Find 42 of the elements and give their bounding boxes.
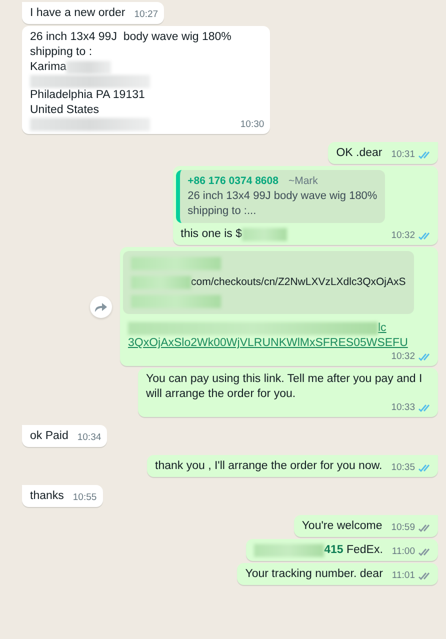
- message-text: FedEx.: [345, 543, 383, 558]
- message-text: this one is $: [180, 227, 242, 242]
- message-time: 10:31: [391, 149, 415, 161]
- message-time: 10:55: [72, 492, 97, 504]
- redacted-text: [242, 228, 288, 241]
- message-text: Karima: [30, 60, 66, 75]
- message-time: 10:34: [77, 432, 102, 444]
- link[interactable]: 3QxOjAxSlo2Wk00WjVLRUNKWlMxSFRES05WSEFU: [128, 336, 408, 351]
- forward-button[interactable]: [90, 296, 112, 318]
- message-text: thanks: [30, 489, 64, 504]
- message-time: 11:00: [392, 546, 415, 558]
- message-text: ok Paid: [30, 429, 68, 444]
- message-text: Your tracking number. dear: [245, 567, 383, 582]
- link-preview[interactable]: com/checkouts/cn/Z2NwLXVzLXdlc3QxOjAxS: [123, 251, 414, 314]
- message-time: 10:35: [391, 462, 415, 474]
- message-text: OK .dear: [336, 146, 382, 161]
- redacted-text: [131, 276, 191, 289]
- message-time: 10:33: [391, 402, 415, 414]
- link[interactable]: lc: [378, 321, 386, 336]
- quoted-message[interactable]: +86 176 0374 8608 ~Mark 26 inch 13x4 99J body wave wig 180% shipping to :...: [176, 170, 386, 223]
- quoted-text: shipping to :...: [188, 204, 258, 219]
- quoted-sender: +86 176 0374 8608: [188, 174, 278, 189]
- redacted-text: [254, 544, 324, 557]
- message-text: shipping to :: [30, 45, 92, 60]
- message-text: 26 inch 13x4 99J body wave wig 180%: [30, 30, 232, 45]
- quoted-text: 26 inch 13x4 99J body wave wig 180%: [188, 189, 378, 204]
- message-time: 10:32: [391, 230, 415, 242]
- message-text: I have a new order: [30, 6, 126, 21]
- message-text: United States: [30, 103, 100, 118]
- message-time: 10:30: [240, 119, 264, 131]
- message-text: com/checkouts/cn/Z2NwLXVzLXdlc3QxOjAxS: [191, 275, 406, 290]
- forward-icon: [94, 300, 108, 312]
- message-text: You're welcome: [302, 519, 382, 534]
- message-time: 10:59: [391, 522, 415, 534]
- message-time: 10:32: [391, 351, 415, 363]
- message-text: You can pay using this link. Tell me after you pay and I will arrange the order for you.: [146, 372, 424, 402]
- message-text: 415: [324, 543, 344, 558]
- message-time: 10:27: [134, 9, 158, 21]
- message-text: thank you , I'll arrange the order for you now.: [155, 459, 382, 474]
- quoted-name: ~Mark: [288, 174, 318, 189]
- message-time: 11:01: [392, 570, 415, 582]
- message-text: Philadelphia PA 19131: [30, 88, 145, 103]
